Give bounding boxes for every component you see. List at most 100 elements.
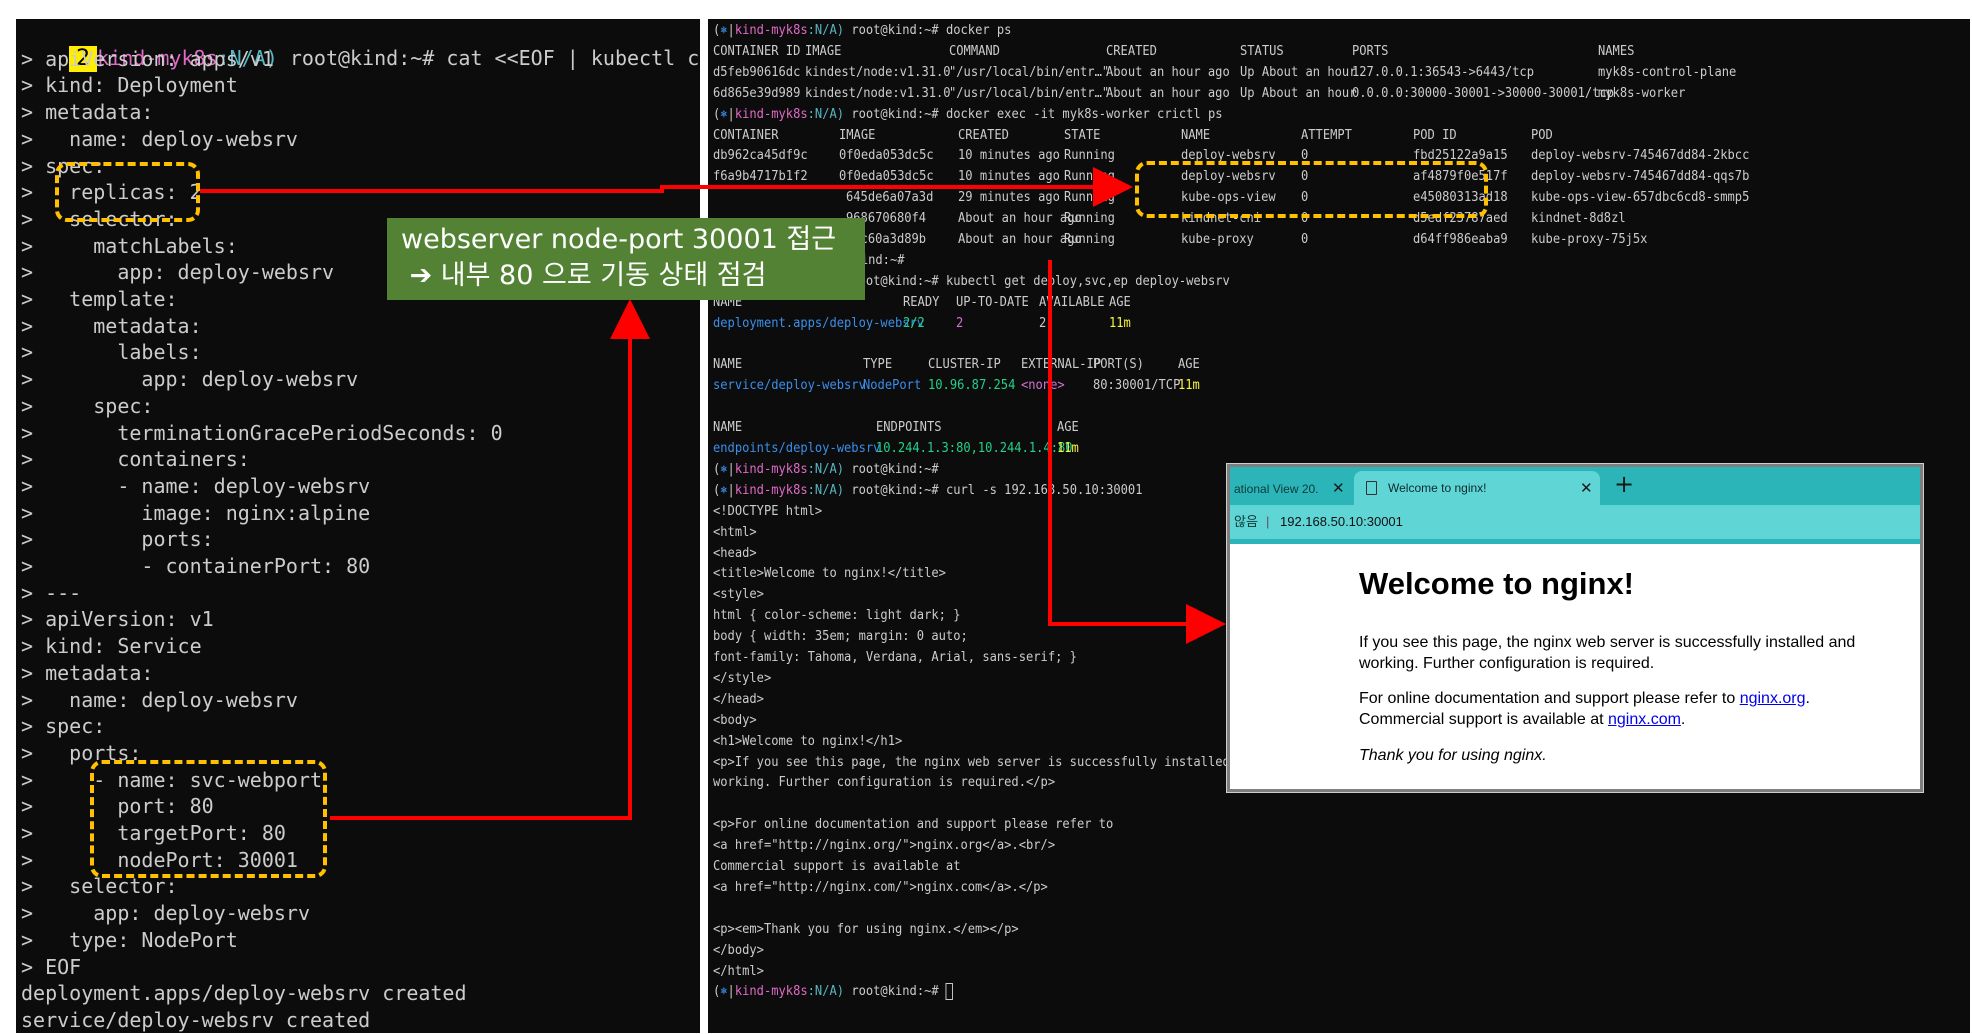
- table-cell: kube-ops-view-657dbc6cd8-smmp5: [1531, 190, 1750, 206]
- table-cell: 6d865e39d989: [713, 85, 801, 101]
- url-text[interactable]: 192.168.50.10:30001: [1280, 505, 1403, 539]
- browser-tab-bar: ational View 20. ✕ Welcome to nginx! ✕ +: [1230, 467, 1920, 505]
- nginx-intro: If you see this page, the nginx web serv…: [1359, 634, 1856, 672]
- table-cell: "/usr/local/bin/entr…": [949, 64, 1110, 80]
- new-tab-icon[interactable]: +: [1614, 470, 1634, 498]
- curl-output-line: </style>: [713, 670, 772, 686]
- prompt-line: (⎈|kind-myk8s:N/A) root@kind:~# docker p…: [713, 20, 1011, 41]
- curl-output-line: Commercial support is available at: [713, 859, 961, 874]
- service-cell: 80:30001/TCP: [1093, 378, 1181, 394]
- curl-output-line: <h1>Welcome to nginx!</h1>: [713, 733, 903, 749]
- prompt-context: kind-myk8s: [734, 984, 808, 1000]
- command-text: docker ps: [945, 23, 1012, 38]
- curl-output-line: <style>: [713, 587, 764, 603]
- column-header: NAME: [713, 357, 743, 373]
- left-prompt-line: 2 kind-myk8s:N/A) root@kind:~# cat <<EOF …: [21, 19, 700, 72]
- service-cell: service/deploy-websrv: [713, 378, 866, 394]
- table-cell: myk8s-control-plane: [1598, 64, 1737, 80]
- column-header: POD: [1531, 127, 1553, 143]
- heredoc-line: > labels:: [21, 340, 202, 365]
- curl-output-line: font-family: Tahoma, Verdana, Arial, san…: [713, 650, 1077, 665]
- nginx-docs: For online documentation and support ple…: [1359, 688, 1919, 730]
- service-cell: NodePort: [863, 378, 922, 394]
- table-cell: Up About an hour: [1240, 64, 1357, 80]
- kubernetes-icon: ⎈: [720, 23, 728, 38]
- address-separator: |: [1266, 514, 1270, 529]
- table-cell: kube-proxy: [1181, 232, 1254, 247]
- curl-output-line: </head>: [713, 691, 764, 707]
- column-header: READY: [903, 294, 940, 310]
- prompt-user: root@kind:~#: [844, 23, 946, 38]
- prompt-paren: (: [713, 482, 721, 498]
- curl-output-line: html { color-scheme: light dark; }: [713, 608, 961, 624]
- heredoc-line: > kind: Deployment: [21, 73, 238, 98]
- docs-period: .: [1805, 690, 1810, 707]
- deploy-cell: 2: [956, 315, 964, 331]
- nginx-page: Welcome to nginx! If you see this page, …: [1230, 539, 1920, 789]
- table-cell: 10 minutes ago: [958, 169, 1060, 185]
- prompt-user: root@kind:~#: [844, 482, 946, 498]
- curl-output-line: working. Further configuration is requir…: [713, 775, 1056, 791]
- table-cell: 645de6a07a3d: [846, 190, 934, 206]
- nginx-org-link[interactable]: nginx.org: [1740, 690, 1806, 707]
- browser-window[interactable]: ational View 20. ✕ Welcome to nginx! ✕ +…: [1227, 464, 1923, 792]
- column-header: NAME: [713, 420, 743, 436]
- close-icon[interactable]: ✕: [1580, 471, 1593, 505]
- heredoc-line: > matchLabels:: [21, 233, 238, 258]
- heredoc-line: service/deploy-websrv created: [21, 1007, 371, 1032]
- prompt-context: kind-myk8s: [734, 461, 808, 477]
- column-header: ENDPOINTS: [876, 420, 942, 436]
- curl-output-line: body { width: 35em; margin: 0 auto;: [713, 629, 968, 645]
- prompt-line: (⎈|kind-myk8s:N/A) root@kind:~# curl -s …: [713, 480, 1142, 501]
- heredoc-line: > EOF: [21, 954, 82, 979]
- prompt-namespace: :N/A): [807, 23, 845, 38]
- service-cell: <none>: [1021, 378, 1065, 394]
- heredoc-line: > app: deploy-websrv: [21, 901, 310, 926]
- column-header: NAME: [1181, 127, 1211, 143]
- prompt-namespace: :N/A): [807, 106, 845, 122]
- heredoc-line: > apiVersion: v1: [21, 607, 214, 632]
- column-header: CONTAINER ID: [713, 43, 801, 59]
- column-header: CREATED: [1106, 43, 1157, 59]
- prompt-context: kind-myk8s: [734, 482, 808, 498]
- command-text: docker exec -it myk8s-worker crictl ps: [945, 106, 1223, 122]
- deploy-cell: deployment.apps/deploy-websrv: [713, 315, 925, 331]
- table-cell: Running: [1064, 190, 1115, 206]
- command-text: curl -s 192.168.50.10:30001: [945, 482, 1143, 498]
- address-bar[interactable]: 않음 | 192.168.50.10:30001: [1230, 505, 1920, 539]
- column-header: ATTEMPT: [1301, 127, 1352, 143]
- curl-output-line: <p>For online documentation and support …: [713, 817, 1114, 833]
- nginx-com-link[interactable]: nginx.com: [1608, 711, 1681, 728]
- replicas-highlight: [55, 162, 200, 222]
- tab-welcome-nginx-label: Welcome to nginx!: [1388, 481, 1487, 495]
- prompt-user: root@kind:~#: [844, 106, 946, 122]
- curl-output-line: </body>: [713, 942, 764, 958]
- heredoc-line: > ---: [21, 580, 82, 605]
- table-cell: f6a9b4717b1f2: [713, 169, 808, 185]
- column-header: IMAGE: [839, 127, 876, 143]
- command-text: kubectl get deploy,svc,ep deploy-websrv: [945, 273, 1230, 289]
- close-icon[interactable]: ✕: [1332, 479, 1345, 497]
- tab-welcome-nginx[interactable]: Welcome to nginx! ✕: [1354, 471, 1600, 505]
- heredoc-line: > type: NodePort: [21, 927, 238, 952]
- kubernetes-icon: ⎈: [720, 984, 728, 1000]
- heredoc-line: > - name: deploy-websrv: [21, 473, 371, 498]
- annotation-label: webserver node-port 30001 접근 ➔ 내부 80 으로 …: [387, 218, 865, 300]
- heredoc-line: > name: deploy-websrv: [21, 126, 298, 151]
- prompt-namespace: :N/A): [807, 461, 845, 477]
- heredoc-line: > template:: [21, 287, 178, 311]
- curl-output-line: <title>Welcome to nginx!</title>: [713, 566, 946, 582]
- table-cell: kindest/node:v1.31.0: [805, 85, 951, 101]
- prompt-user: root@kind:~#: [844, 984, 946, 1000]
- heredoc-line: > metadata:: [21, 660, 154, 685]
- nginx-thanks: Thank you for using nginx.: [1359, 747, 1547, 764]
- terminal-cursor: [945, 983, 954, 1001]
- table-cell: myk8s-worker: [1598, 85, 1686, 101]
- table-cell: 127.0.0.1:36543->6443/tcp: [1352, 64, 1534, 80]
- prompt-line: (⎈|kind-myk8s:N/A) root@kind:~#: [713, 459, 946, 480]
- security-indicator[interactable]: 않음: [1234, 505, 1258, 539]
- prompt-user: root@kind:~#: [277, 46, 447, 70]
- support-period: .: [1680, 711, 1686, 728]
- table-cell: 0: [1301, 232, 1309, 247]
- column-header: AGE: [1178, 357, 1200, 373]
